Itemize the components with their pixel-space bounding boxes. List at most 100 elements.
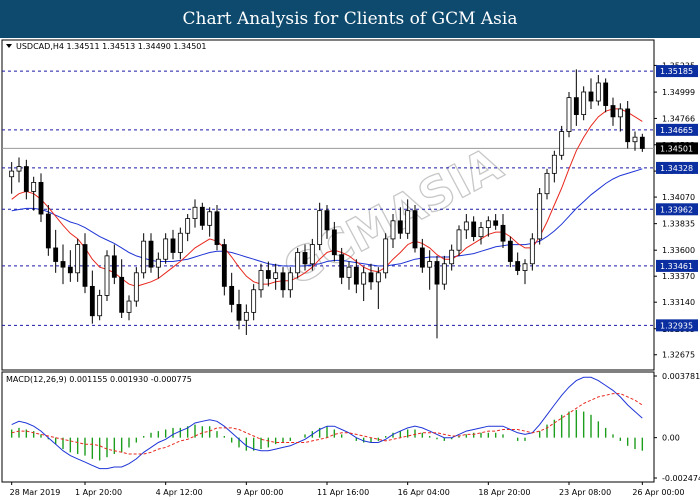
- candle-body: [559, 131, 565, 156]
- candle-body: [588, 91, 594, 102]
- time-tick-label: 11 Apr 16:00: [317, 488, 369, 497]
- candle-body: [214, 211, 220, 245]
- candle-body: [287, 272, 293, 291]
- candle-body: [537, 193, 543, 240]
- candle-body: [515, 261, 521, 271]
- candle-body: [485, 220, 491, 229]
- candle-body: [82, 244, 88, 287]
- candle-body: [324, 210, 330, 231]
- candle-body: [53, 247, 59, 262]
- candle-body: [60, 261, 66, 268]
- macd-tick-label: -0.002474: [662, 474, 700, 483]
- candle-body: [434, 261, 440, 285]
- banner-title: Chart Analysis for Clients of GCM Asia: [0, 0, 700, 38]
- time-tick-label: 23 Apr 08:00: [559, 488, 611, 497]
- macd-panel-frame: [1, 371, 655, 483]
- candle-body: [75, 244, 81, 274]
- candle-body: [280, 272, 286, 291]
- candle-body: [229, 285, 235, 305]
- symbol-info-label: USDCAD,H4 1.34511 1.34513 1.34490 1.3450…: [16, 42, 206, 51]
- candle-body: [471, 221, 477, 238]
- price-tick-label: 1.33835: [662, 220, 695, 229]
- candle-body: [9, 170, 15, 178]
- candle-body: [133, 272, 139, 302]
- time-tick-label: 9 Apr 00:00: [236, 488, 283, 497]
- candle-body: [463, 221, 469, 231]
- candle-body: [317, 210, 323, 245]
- macd-tick-label: 0.00: [662, 434, 680, 443]
- candle-body: [38, 181, 44, 215]
- candle-body: [353, 266, 359, 285]
- candle-body: [207, 211, 213, 226]
- time-tick-label: 1 Apr 20:00: [75, 488, 122, 497]
- candle-body: [16, 166, 22, 172]
- candle-body: [632, 136, 638, 143]
- candle-body: [507, 240, 513, 262]
- candle-body: [170, 238, 176, 253]
- candle-body: [45, 213, 51, 249]
- chart-area[interactable]: GCMASIA1.352351.349991.347661.345331.343…: [0, 38, 700, 500]
- candle-body: [119, 276, 125, 313]
- candle-body: [31, 181, 37, 192]
- candle-body: [346, 266, 352, 278]
- candle-body: [595, 82, 601, 102]
- candle-body: [97, 295, 103, 317]
- candle-body: [478, 227, 484, 238]
- price-level-label: 1.33461: [660, 262, 693, 271]
- price-tick-label: 1.33140: [662, 298, 695, 307]
- candle-body: [199, 206, 205, 226]
- candle-body: [544, 172, 550, 195]
- candle-body: [639, 136, 645, 149]
- candle-body: [581, 91, 587, 115]
- candle-body: [89, 285, 95, 317]
- candle-body: [493, 220, 499, 226]
- candle-body: [566, 97, 572, 132]
- candle-body: [551, 154, 557, 174]
- candle-body: [361, 272, 367, 285]
- price-level-label: 1.34665: [660, 126, 693, 135]
- price-level-label: 1.35185: [660, 67, 693, 76]
- candle-body: [573, 97, 579, 115]
- candle-body: [390, 220, 396, 240]
- candle-body: [221, 244, 227, 287]
- time-tick-label: 18 Apr 20:00: [478, 488, 530, 497]
- candle-body: [500, 224, 506, 242]
- price-level-label: 1.34501: [660, 144, 693, 153]
- candle-body: [419, 247, 425, 268]
- price-level-label: 1.34328: [660, 164, 693, 173]
- candle-body: [405, 210, 411, 234]
- candle-body: [273, 272, 279, 279]
- candle-body: [339, 254, 345, 278]
- time-tick-label: 26 Apr 00:00: [632, 488, 684, 497]
- candle-body: [295, 252, 301, 274]
- candle-body: [23, 166, 29, 192]
- time-tick-label: 4 Apr 12:00: [156, 488, 203, 497]
- price-panel-frame: [1, 39, 655, 371]
- macd-panel: MACD(12,26,9) 0.001155 0.001930 -0.00077…: [1, 371, 700, 497]
- macd-info-label: MACD(12,26,9) 0.001155 0.001930 -0.00077…: [6, 375, 192, 384]
- candle-body: [368, 272, 374, 283]
- candle-body: [163, 238, 169, 260]
- candle-body: [258, 270, 264, 291]
- candle-body: [427, 261, 433, 268]
- candle-body: [441, 263, 447, 285]
- candle-body: [617, 108, 623, 118]
- candle-body: [456, 229, 462, 251]
- candle-body: [104, 255, 110, 296]
- candle-body: [177, 232, 183, 253]
- candle-body: [126, 300, 132, 313]
- candle-body: [185, 218, 191, 234]
- candle-body: [148, 240, 154, 268]
- candle-body: [265, 270, 271, 279]
- candle-body: [141, 240, 147, 274]
- candle-body: [449, 249, 455, 265]
- candle-body: [383, 238, 389, 274]
- candle-body: [111, 255, 117, 278]
- candle-body: [331, 229, 337, 256]
- candle-body: [236, 304, 242, 321]
- price-panel: GCMASIA1.352351.349991.347661.345331.343…: [1, 39, 698, 371]
- price-tick-label: 1.32675: [662, 351, 695, 360]
- candle-body: [243, 311, 249, 321]
- candle-body: [412, 210, 418, 249]
- candle-body: [251, 289, 257, 313]
